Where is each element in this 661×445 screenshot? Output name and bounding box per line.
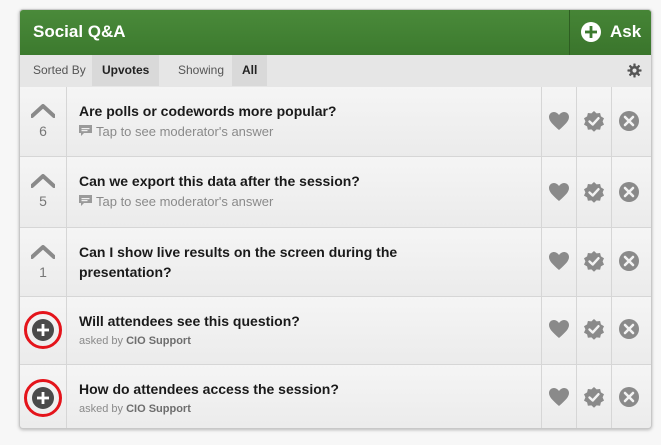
check-badge-icon xyxy=(584,182,604,203)
plus-circle-icon[interactable] xyxy=(28,315,58,345)
close-circle-icon xyxy=(619,387,639,407)
heart-icon xyxy=(549,183,569,201)
heart-icon xyxy=(549,320,569,338)
vote-count: 1 xyxy=(39,264,47,280)
asked-by-prefix: asked by xyxy=(79,335,124,347)
sort-selector[interactable]: Upvotes xyxy=(92,55,160,86)
upvote-control[interactable]: 5 xyxy=(20,157,67,227)
dismiss-button[interactable] xyxy=(611,157,647,227)
panel-title: Social Q&A xyxy=(33,22,126,41)
upvote-control[interactable]: 1 xyxy=(20,228,67,296)
gear-icon[interactable] xyxy=(627,63,642,78)
check-badge-icon xyxy=(584,251,604,272)
moderator-answer-label: Tap to see moderator's answer xyxy=(96,124,274,139)
plus-circle-icon[interactable] xyxy=(28,383,58,413)
close-circle-icon xyxy=(619,319,639,339)
like-button[interactable] xyxy=(541,297,577,364)
vote-count: 5 xyxy=(39,193,47,209)
showing-label: Showing xyxy=(178,63,225,77)
like-button[interactable] xyxy=(541,157,577,227)
moderator-answer-label: Tap to see moderator's answer xyxy=(96,194,274,209)
question-text: Can I show live results on the screen du… xyxy=(79,244,398,280)
heart-icon xyxy=(549,112,569,130)
close-circle-icon xyxy=(619,251,639,271)
approve-button[interactable] xyxy=(576,87,612,156)
chevron-up-icon[interactable] xyxy=(31,174,55,188)
chevron-up-icon[interactable] xyxy=(31,245,55,259)
asked-by-prefix: asked by xyxy=(79,403,124,415)
approve-button[interactable] xyxy=(576,228,612,296)
chat-bubble-icon xyxy=(79,195,92,206)
check-badge-icon xyxy=(584,111,604,132)
like-button[interactable] xyxy=(541,365,577,428)
dismiss-button[interactable] xyxy=(611,87,647,156)
dismiss-button[interactable] xyxy=(611,297,647,364)
asked-by: asked by CIO Support xyxy=(79,403,539,415)
moderator-answer-link[interactable]: Tap to see moderator's answer xyxy=(79,194,539,209)
dismiss-button[interactable] xyxy=(611,228,647,296)
moderator-answer-link[interactable]: Tap to see moderator's answer xyxy=(79,124,539,139)
panel-header: Social Q&A Ask xyxy=(20,10,651,55)
close-circle-icon xyxy=(619,111,639,131)
chat-bubble-icon xyxy=(79,125,92,136)
chevron-up-icon[interactable] xyxy=(31,104,55,118)
dismiss-button[interactable] xyxy=(611,365,647,428)
check-badge-icon xyxy=(584,319,604,340)
like-button[interactable] xyxy=(541,228,577,296)
question-text: How do attendees access the session? xyxy=(79,381,339,397)
question-list: 6 Are polls or codewords more popular? T… xyxy=(20,87,651,428)
asked-by: asked by CIO Support xyxy=(79,335,539,347)
upvote-control[interactable] xyxy=(20,365,67,428)
social-qa-panel: Social Q&A Ask Sorted By Upvotes Showing… xyxy=(19,9,652,429)
approve-button[interactable] xyxy=(576,297,612,364)
check-badge-icon xyxy=(584,387,604,408)
question-row[interactable]: 5 Can we export this data after the sess… xyxy=(20,157,651,228)
heart-icon xyxy=(549,388,569,406)
sorted-by-label: Sorted By xyxy=(33,63,86,77)
question-text: Can we export this data after the sessio… xyxy=(79,173,360,189)
question-row[interactable]: Will attendees see this question? asked … xyxy=(20,297,651,365)
heart-icon xyxy=(549,252,569,270)
vote-count: 6 xyxy=(39,123,47,139)
ask-label: Ask xyxy=(610,22,642,41)
approve-button[interactable] xyxy=(576,365,612,428)
question-row[interactable]: 6 Are polls or codewords more popular? T… xyxy=(20,87,651,157)
close-circle-icon xyxy=(619,182,639,202)
asker-name: CIO Support xyxy=(126,335,191,347)
ask-button[interactable]: Ask xyxy=(569,10,651,55)
plus-circle-icon xyxy=(581,22,601,42)
asker-name: CIO Support xyxy=(126,403,191,415)
upvote-control[interactable] xyxy=(20,297,67,364)
approve-button[interactable] xyxy=(576,157,612,227)
upvote-control[interactable]: 6 xyxy=(20,87,67,156)
question-text: Are polls or codewords more popular? xyxy=(79,103,337,119)
filter-selector[interactable]: All xyxy=(232,55,268,86)
filter-toolbar: Sorted By Upvotes Showing All xyxy=(20,55,651,88)
like-button[interactable] xyxy=(541,87,577,156)
question-row[interactable]: 1 Can I show live results on the screen … xyxy=(20,228,651,297)
question-row[interactable]: How do attendees access the session? ask… xyxy=(20,365,651,428)
question-text: Will attendees see this question? xyxy=(79,313,300,329)
